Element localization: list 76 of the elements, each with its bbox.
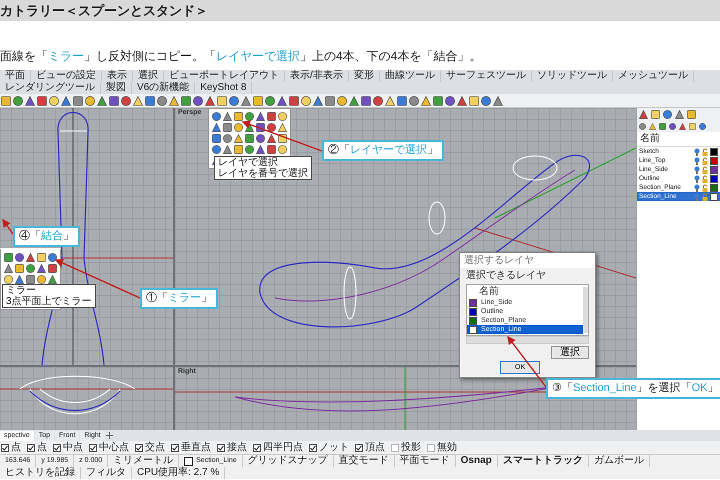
layer-color-swatch[interactable] [710,156,718,164]
status-mode[interactable]: フィルタ [81,467,132,479]
column-header[interactable]: 名前 [467,286,583,298]
tooltip-text: レイヤを番号で選択 [218,168,308,179]
checkbox[interactable] [391,444,399,452]
osnap-label: 垂直点 [181,442,211,454]
checkbox[interactable] [217,444,225,452]
menu-tab[interactable]: 表示/非表示 [285,70,349,82]
checkbox[interactable] [27,444,35,452]
osnap-label: 点 [11,442,21,454]
tooltip-text: レイヤで選択 [218,157,279,168]
menu-tab[interactable]: 変形 [348,70,380,82]
menu-tab[interactable]: 選択 [133,70,164,82]
layer-color-swatch[interactable] [710,184,718,192]
status-mode[interactable]: 平面モード [394,455,456,467]
checkbox[interactable] [355,444,363,452]
osnap-label: 投影 [401,442,421,454]
pointer-arrow [507,336,547,388]
list-label: 選択できるレイヤ [465,269,547,283]
dialog-title: 選択するレイヤ [460,253,595,268]
checkbox[interactable] [53,444,61,452]
osnap-label: 点 [37,442,47,454]
layer-color-swatch[interactable] [710,166,718,174]
osnap-label: 無効 [437,442,457,454]
menu-tab[interactable]: 平面 [0,70,31,82]
menu-tab[interactable]: サーフェスツール [440,70,532,82]
checkbox[interactable] [253,444,261,452]
callout-label: ④「結合」 [13,226,80,247]
pointer-arrow [2,218,14,234]
callout-label: ②「レイヤーで選択」 [322,140,444,161]
checkbox[interactable] [1,444,9,452]
callout-label: ③「Section_Line」を選択「OK」 [546,378,720,399]
layer-color-swatch[interactable] [710,192,718,200]
select-button[interactable]: 選択 [551,346,589,359]
layer-color-swatch[interactable] [710,174,718,182]
units-label: ミリメートル [108,455,180,467]
lightbulb-icon[interactable] [694,156,700,164]
osnap-label: ノット [319,442,349,454]
menu-tab[interactable]: メッシュツール [612,70,694,82]
osnap-label: 四半円点 [263,442,303,454]
osnap-label: 交点 [145,442,165,454]
checkbox[interactable] [427,444,435,452]
osnap-label: 中点 [63,442,83,454]
page-title: カトラリー＜スプーンとスタンド＞ [0,2,208,20]
status-mode[interactable]: ヒストリを記録 [0,467,81,479]
lightbulb-icon[interactable] [694,174,700,182]
status-mode[interactable]: スマートトラック [498,455,589,467]
osnap-label: 頂点 [365,442,385,454]
lightbulb-icon[interactable] [694,148,700,156]
menu-tab[interactable]: ソリッドツール [532,70,613,82]
checkbox[interactable] [89,444,97,452]
instruction-text: 面線を「ミラー」し反対側にコピー。「レイヤーで選択」上の4本、下の4本を「結合」。 [0,49,482,64]
menu-tab[interactable]: 表示 [102,70,133,82]
menu-tab[interactable]: ビューの設定 [31,70,102,82]
osnap-label: 接点 [227,442,247,454]
status-mode[interactable]: 直交モード [334,455,395,467]
menu-tab[interactable]: ビューポートレイアウト [164,70,285,82]
status-mode[interactable]: Osnap [456,455,498,467]
menu-tab[interactable]: 曲線ツール [380,70,441,82]
checkbox[interactable] [171,444,179,452]
osnap-label: 中心点 [99,442,129,454]
checkbox[interactable] [309,444,317,452]
cpu-usage: CPU使用率: 2.7 % [132,467,226,479]
layer-color-swatch[interactable] [710,148,718,156]
status-mode[interactable]: グリッドスナップ [242,455,334,467]
column-header[interactable]: 名前 [637,132,720,147]
scrollbar[interactable] [466,336,589,344]
scrollbar[interactable] [583,287,588,333]
lightbulb-icon[interactable] [694,184,700,192]
tooltip-text: 3点平面上でミラー [6,296,92,307]
tooltip-text: ミラー [6,285,37,296]
checkbox[interactable] [135,444,143,452]
callout-label: ①「ミラー」 [140,288,218,309]
lightbulb-icon[interactable] [694,166,700,174]
add-tab-icon[interactable] [106,432,113,439]
status-mode[interactable]: ガムボール [588,455,650,467]
